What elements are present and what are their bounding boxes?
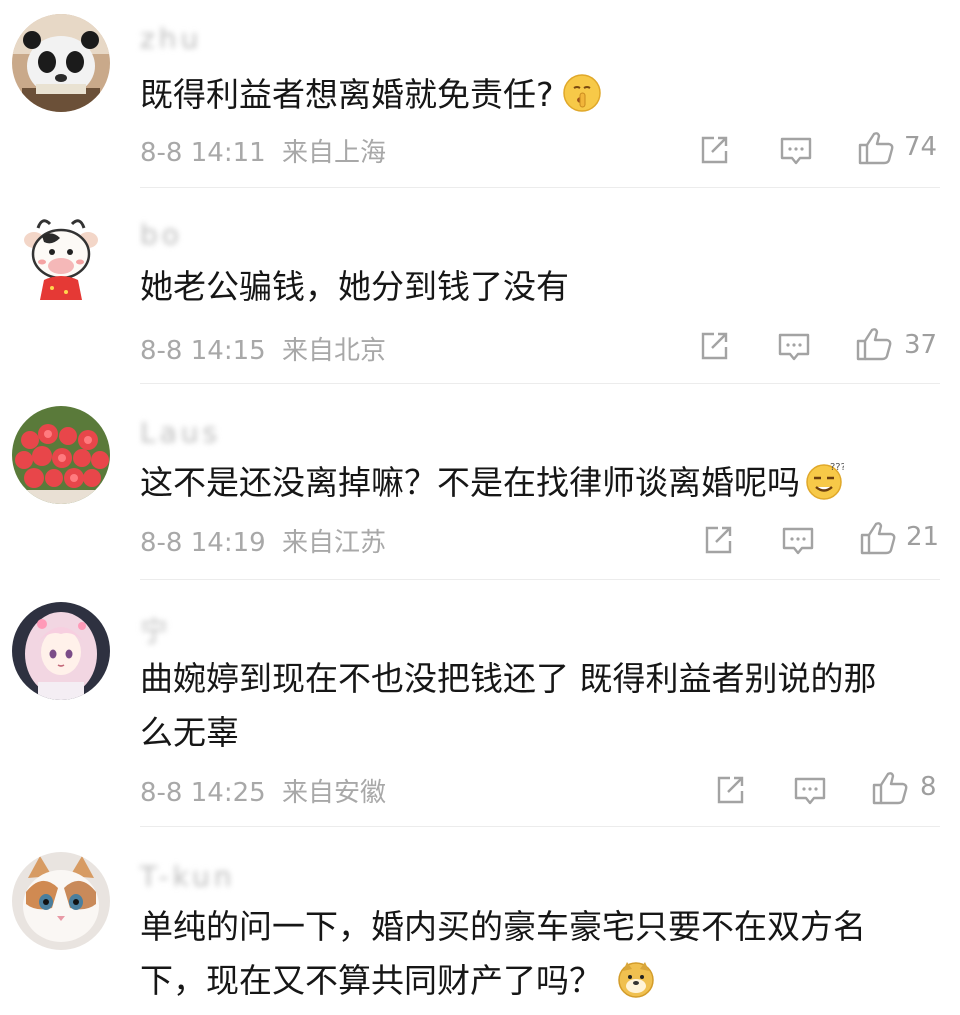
comment-text-content: 既得利益者想离婚就免责任? [140,75,554,114]
share-icon [717,776,744,804]
like-count: 8 [920,772,937,802]
like-button[interactable] [870,768,910,808]
comment-item: T-kun 单纯的问一下，婚内买的豪车豪宅只要不在双方名 下，现在又不算共同财产… [0,836,960,1000]
share-icon [705,526,732,554]
comment-divider [140,187,940,188]
comment-location: 来自江苏 [281,528,386,558]
comment-time: 8-8 14:19 [140,528,266,558]
avatar[interactable] [12,210,110,308]
share-icon [701,136,728,164]
comment-location: 来自北京 [281,336,386,366]
comment-icon [782,527,814,555]
anime-girl-avatar-icon [12,602,110,700]
sweat-smile-face-icon: ??? [804,461,846,501]
comment-meta: 8-8 14:25 来自安徽 [140,772,386,809]
username[interactable]: 宁 [140,610,172,648]
like-count: 21 [906,522,940,552]
comment-location: 来自上海 [281,138,386,168]
avatar[interactable] [12,406,110,504]
cat-avatar-icon [12,852,110,950]
comment-button[interactable] [774,326,814,366]
shushing-face-icon [562,73,602,113]
panda-avatar-icon [12,14,110,112]
comment-text: 她老公骗钱，她分到钱了没有 [140,267,569,306]
comment-button[interactable] [778,520,818,560]
comment-divider [140,383,940,384]
share-button[interactable] [694,326,734,366]
share-button[interactable] [710,770,750,810]
comment-icon [778,333,810,361]
comment-location: 来自安徽 [281,778,386,808]
comment-button[interactable] [790,770,830,810]
comment-item: 宁 曲婉婷到现在不也没把钱还了 既得利益者别说的那 么无辜 8-8 14:25 … [0,588,960,828]
comment-text-content: 单纯的问一下，婚内买的豪车豪宅只要不在双方名 下，现在又不算共同财产了吗？ [140,907,866,1000]
roses-avatar-icon [12,406,110,504]
thumbs-up-icon [860,522,896,555]
doge-face-icon [616,959,656,999]
like-button[interactable] [856,128,896,168]
avatar[interactable] [12,602,110,700]
share-button[interactable] [698,520,738,560]
like-count: 37 [904,330,938,360]
comment-text: 既得利益者想离婚就免责任? [140,68,940,122]
comment-divider [140,579,940,580]
svg-text:???: ??? [830,462,844,473]
comment-text: 曲婉婷到现在不也没把钱还了 既得利益者别说的那 么无辜 [140,659,877,752]
thumbs-up-icon [856,328,892,361]
share-icon [701,332,728,360]
comment-item: bo 她老公骗钱，她分到钱了没有 8-8 14:15 来自北京 37 [0,196,960,384]
username[interactable]: zhu [140,22,202,55]
comment-item: zhu 既得利益者想离婚就免责任? 8-8 14:11 来自上海 74 [0,0,960,188]
comment-time: 8-8 14:25 [140,778,266,808]
share-button[interactable] [694,130,734,170]
comment-text: 这不是还没离掉嘛？不是在找律师谈离婚呢吗??? [140,456,940,510]
comment-text-content: 这不是还没离掉嘛？不是在找律师谈离婚呢吗 [140,463,800,502]
avatar[interactable] [12,852,110,950]
like-button[interactable] [854,324,894,364]
like-button[interactable] [858,518,898,558]
thumbs-up-icon [858,132,894,165]
comment-time: 8-8 14:15 [140,336,266,366]
comment-item: Laus 这不是还没离掉嘛？不是在找律师谈离婚呢吗??? 8-8 14:19 来… [0,392,960,580]
comment-meta: 8-8 14:11 来自上海 [140,132,386,169]
comment-button[interactable] [776,130,816,170]
username[interactable]: bo [140,218,183,251]
username[interactable]: Laus [140,416,221,449]
like-count: 74 [904,132,938,162]
comment-text: 单纯的问一下，婚内买的豪车豪宅只要不在双方名 下，现在又不算共同财产了吗？ [140,900,940,1008]
comment-meta: 8-8 14:15 来自北京 [140,330,386,367]
cartoon-cow-avatar-icon [12,210,110,308]
username[interactable]: T-kun [140,860,235,893]
comment-icon [794,777,826,805]
thumbs-up-icon [872,772,908,805]
comment-time: 8-8 14:11 [140,138,266,168]
comment-icon [780,137,812,165]
comment-divider [140,826,940,827]
comment-meta: 8-8 14:19 来自江苏 [140,522,386,559]
avatar[interactable] [12,14,110,112]
